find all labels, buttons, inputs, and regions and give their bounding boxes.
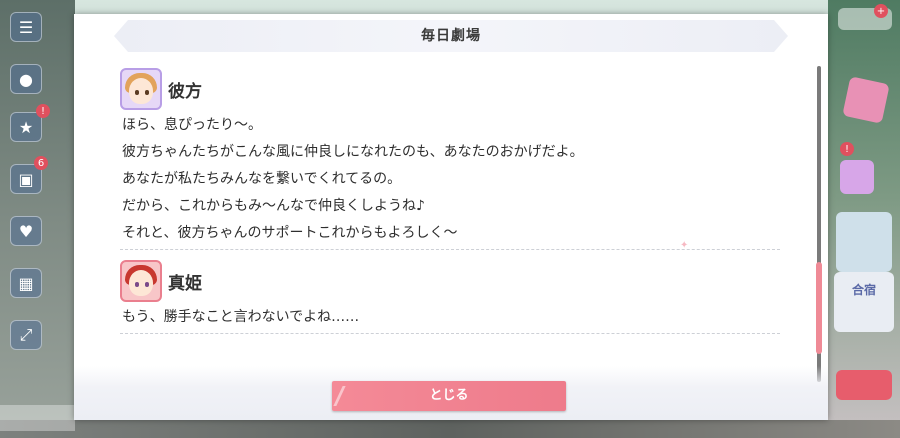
speaker-name: 彼方 [168, 81, 202, 102]
dialog-title: 毎日劇場 [421, 28, 481, 44]
gacha-icon[interactable] [840, 160, 874, 194]
plus-icon[interactable]: + [874, 4, 888, 18]
close-button[interactable]: とじる [332, 381, 566, 411]
camp-tile[interactable]: 合宿 [834, 272, 894, 332]
chat-icon[interactable]: ● [10, 64, 42, 94]
event-icon[interactable]: ★ [10, 112, 42, 142]
maki-portrait-icon [120, 260, 162, 302]
menu-icon[interactable]: ☰ [10, 12, 42, 42]
dialogue-line: あなたが私たちみんなを繋いでくれてるの。 [122, 171, 402, 187]
entry-divider [120, 333, 780, 334]
dialogue-line: ほら、息ぴったり〜。 [122, 117, 262, 133]
expand-icon[interactable]: ⤢ [10, 320, 42, 350]
dialogue-line: だから、これからもみ〜んなで仲良くしようね♪ [122, 198, 425, 214]
event-banner-icon[interactable] [842, 76, 890, 124]
sparkle-icon: ✦ [680, 240, 689, 251]
dialogue-line: 彼方ちゃんたちがこんな風に仲良しになれたのも、あなたのおかげだよ。 [122, 144, 584, 160]
speaker-name: 真姫 [168, 273, 202, 294]
scrollbar-thumb[interactable] [816, 262, 822, 354]
photo-icon[interactable]: ▦ [10, 268, 42, 298]
dialogue-log[interactable]: 彼方 ほら、息ぴったり〜。 彼方ちゃんたちがこんな風に仲良しになれたのも、あなた… [120, 66, 780, 382]
hud-bottom-label [0, 405, 75, 431]
dialog-title-bar: 毎日劇場 [114, 20, 788, 52]
dialogue-entry: 真姫 もう、勝手なこと言わないでよね…… [120, 258, 780, 334]
right-badge: ! [840, 142, 854, 156]
event-badge: ! [36, 104, 50, 118]
speaker-row: 真姫 [120, 258, 780, 304]
kanata-portrait-icon [120, 68, 162, 110]
dialogue-line: もう、勝手なこと言わないでよね…… [122, 309, 360, 325]
gift-badge: 6 [34, 156, 48, 170]
speaker-row: 彼方 [120, 66, 780, 112]
shortcut-tile[interactable] [836, 212, 892, 272]
heart-icon[interactable]: ♥ [10, 216, 42, 246]
background-floor [0, 420, 900, 438]
daily-theater-dialog: 毎日劇場 彼方 ほら、息ぴったり〜。 彼方ちゃんたちがこんな風に仲良しになれたの… [74, 14, 828, 420]
dialogue-entry: 彼方 ほら、息ぴったり〜。 彼方ちゃんたちがこんな風に仲良しになれたのも、あなた… [120, 66, 780, 250]
red-banner[interactable] [836, 370, 892, 400]
